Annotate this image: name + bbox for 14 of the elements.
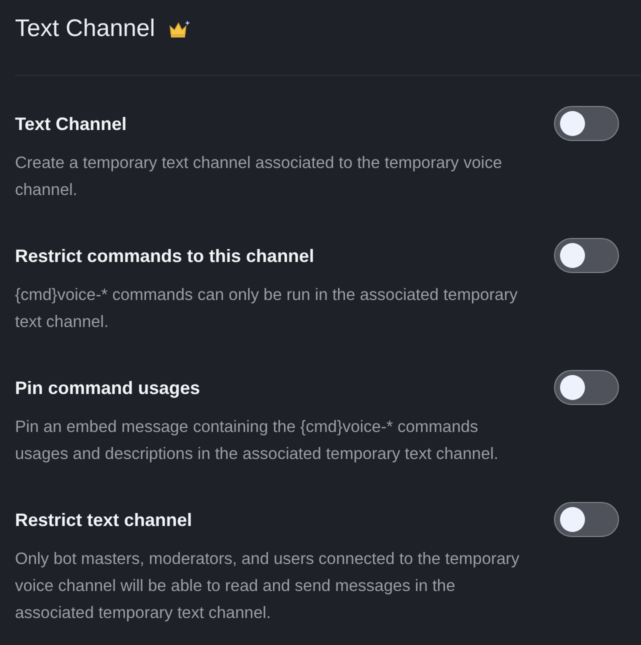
setting-description: Only bot masters, moderators, and users connected to the temporary voice channel will be able to read and send messages in the associated temporary text channel. (15, 549, 520, 624)
setting-title: Restrict text channel (15, 508, 192, 530)
setting-title: Text Channel (15, 112, 127, 134)
setting-title: Pin command usages (15, 376, 200, 398)
setting-description: Pin an embed message containing the {cmd}voice-* commands usages and descriptions in the associated temporary text channel. (15, 417, 500, 465)
setting-title: Restrict commands to this channel (15, 244, 314, 266)
toggle-switch[interactable] (554, 238, 619, 273)
toggle-switch[interactable] (554, 370, 619, 405)
crown-icon (169, 20, 192, 38)
toggle-switch[interactable] (554, 106, 619, 141)
setting-description: {cmd}voice-* commands can only be run in the associated temporary text channel. (15, 285, 519, 333)
setting-description: Create a temporary text channel associated to the temporary voice channel. (15, 153, 503, 201)
toggle-switch[interactable] (554, 502, 619, 537)
section-title: Text Channel (15, 14, 156, 44)
